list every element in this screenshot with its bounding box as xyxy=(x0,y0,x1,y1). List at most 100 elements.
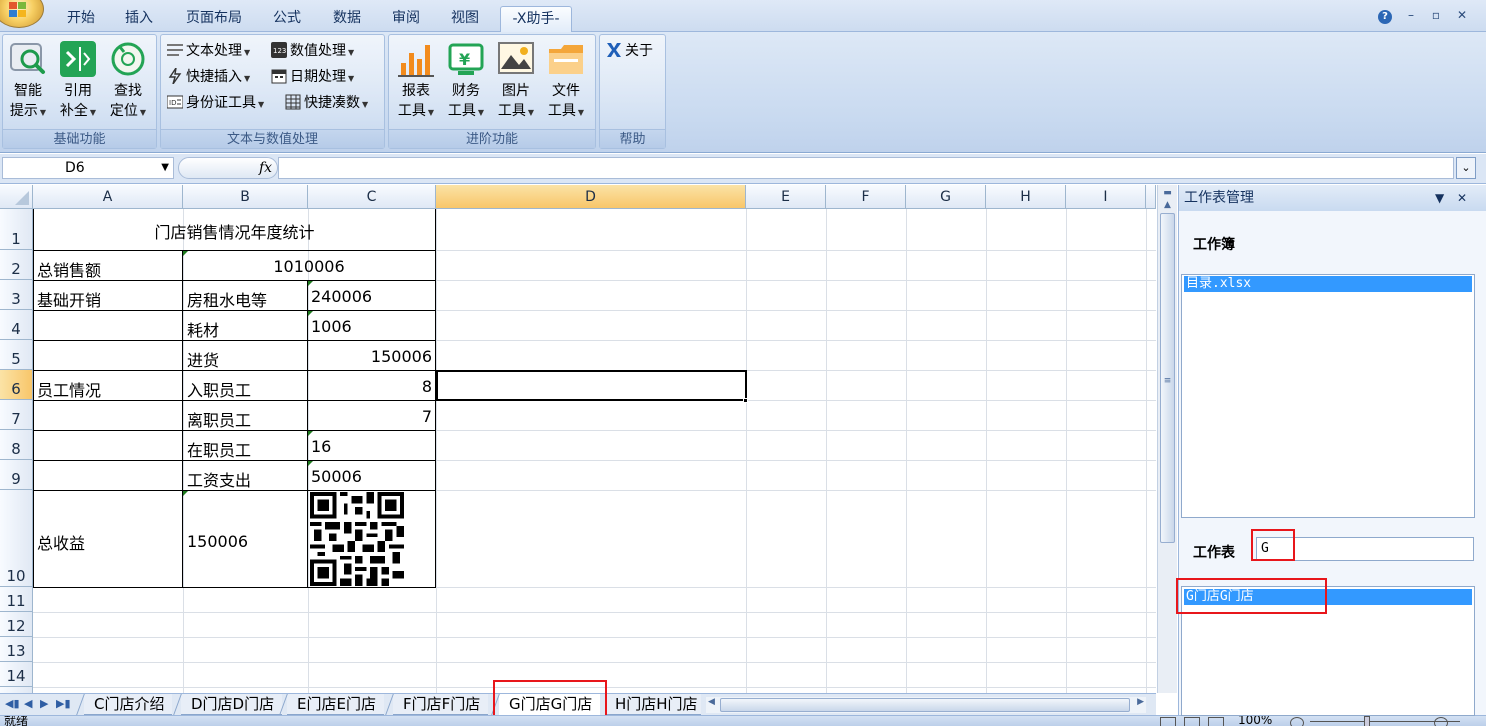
column-header-b[interactable]: B xyxy=(183,185,308,209)
cell-a2[interactable]: 总销售额 xyxy=(37,257,101,281)
spreadsheet-grid[interactable]: A B C D E F G H I 1 2 3 4 5 6 7 8 9 10 1… xyxy=(0,185,1156,693)
tab-insert[interactable]: 插入 xyxy=(114,6,164,32)
column-header-f[interactable]: F xyxy=(826,185,906,209)
zoom-out-icon[interactable] xyxy=(1290,717,1304,726)
id-card-tool-button[interactable]: ID 身份证工具 ▼ xyxy=(166,91,264,115)
cell-b4[interactable]: 耗材 xyxy=(187,317,219,341)
cell-a3[interactable]: 基础开销 xyxy=(37,287,101,311)
column-header-d[interactable]: D xyxy=(436,185,746,209)
row-header-9[interactable]: 9 xyxy=(0,460,33,490)
pane-close-icon[interactable]: ✕ xyxy=(1457,185,1467,211)
first-sheet-icon[interactable]: ◀▮ xyxy=(5,697,20,710)
selected-cell-d6[interactable] xyxy=(436,370,747,401)
fx-icon[interactable]: fx xyxy=(259,158,272,178)
name-box[interactable]: D6 ▼ xyxy=(2,157,174,179)
select-all-corner[interactable] xyxy=(0,185,33,209)
quick-sum-button[interactable]: 快捷凑数 ▼ xyxy=(285,91,368,115)
tab-formulas[interactable]: 公式 xyxy=(262,6,312,32)
cell-c5[interactable]: 150006 xyxy=(308,347,432,366)
cell-b10[interactable]: 150006 xyxy=(187,532,248,551)
text-process-button[interactable]: 文本处理 ▼ xyxy=(167,39,250,63)
cell-a10[interactable]: 总收益 xyxy=(37,530,85,554)
cell-c9[interactable]: 50006 xyxy=(311,467,362,486)
row-header-1[interactable]: 1 xyxy=(0,209,33,250)
formula-input[interactable] xyxy=(278,157,1454,179)
row-header-11[interactable]: 11 xyxy=(0,587,33,612)
zoom-slider-thumb[interactable] xyxy=(1364,716,1370,726)
sheet-tab-d[interactable]: D门店D门店 xyxy=(181,694,283,715)
fill-handle[interactable] xyxy=(743,398,748,403)
workbook-list[interactable]: 目录.xlsx xyxy=(1181,274,1475,518)
cell-b9[interactable]: 工资支出 xyxy=(187,467,251,491)
column-header-c[interactable]: C xyxy=(308,185,436,209)
cell-b8[interactable]: 在职员工 xyxy=(187,437,251,461)
quick-insert-button[interactable]: 快捷插入 ▼ xyxy=(167,65,250,89)
sheet-tab-f[interactable]: F门店F门店 xyxy=(393,694,489,715)
row-header-8[interactable]: 8 xyxy=(0,430,33,460)
vertical-scrollbar[interactable]: ▬ ▲ ≡ xyxy=(1157,185,1177,693)
row-header-13[interactable]: 13 xyxy=(0,637,33,662)
scroll-left-icon[interactable]: ◀ xyxy=(708,697,715,707)
scroll-up-icon[interactable]: ▲ xyxy=(1160,197,1175,213)
cell-c3[interactable]: 240006 xyxy=(311,287,372,306)
sheet-tab-c[interactable]: C门店介绍 xyxy=(84,694,173,715)
page-break-view-icon[interactable] xyxy=(1208,717,1224,726)
close-button[interactable]: ✕ xyxy=(1454,8,1470,22)
cell-c8[interactable]: 16 xyxy=(311,437,331,456)
cell-b5[interactable]: 进货 xyxy=(187,347,219,371)
column-header-e[interactable]: E xyxy=(746,185,826,209)
finance-tool-button[interactable]: ¥ 财务 工具 ▼ xyxy=(443,39,489,125)
number-process-button[interactable]: 123 数值处理 ▼ xyxy=(271,39,354,63)
cell-b7[interactable]: 离职员工 xyxy=(187,407,251,431)
zoom-in-icon[interactable] xyxy=(1434,717,1448,726)
column-header-i[interactable]: I xyxy=(1066,185,1146,209)
row-header-12[interactable]: 12 xyxy=(0,612,33,637)
scroll-right-icon[interactable]: ▶ xyxy=(1137,697,1144,707)
tab-data[interactable]: 数据 xyxy=(322,6,372,32)
date-process-button[interactable]: 日期处理 ▼ xyxy=(271,65,354,89)
tab-view[interactable]: 视图 xyxy=(440,6,490,32)
row-header-4[interactable]: 4 xyxy=(0,310,33,340)
cell-b6[interactable]: 入职员工 xyxy=(187,377,251,401)
qr-code-image[interactable] xyxy=(310,492,404,586)
file-tool-button[interactable]: 文件 工具 ▼ xyxy=(543,39,589,125)
restore-button[interactable]: ▫ xyxy=(1428,8,1444,22)
expand-formula-icon[interactable]: ⌄ xyxy=(1456,157,1476,179)
cell-b2[interactable]: 1010006 xyxy=(183,257,435,276)
row-header-14[interactable]: 14 xyxy=(0,662,33,687)
tab-review[interactable]: 审阅 xyxy=(381,6,431,32)
row-header-5[interactable]: 5 xyxy=(0,340,33,370)
row-header-10[interactable]: 10 xyxy=(0,490,33,587)
tab-page-layout[interactable]: 页面布局 xyxy=(174,6,254,32)
about-button[interactable]: 关于 xyxy=(606,39,653,63)
office-button[interactable] xyxy=(0,0,44,28)
horizontal-scrollbar[interactable]: ◀ ▶ xyxy=(706,697,1146,713)
row-header-2[interactable]: 2 xyxy=(0,250,33,280)
cell-b3[interactable]: 房租水电等 xyxy=(187,287,267,311)
pane-menu-chevron-icon[interactable]: ▼ xyxy=(1435,185,1444,211)
prev-sheet-icon[interactable]: ◀ xyxy=(24,697,32,710)
chevron-down-icon[interactable]: ▼ xyxy=(161,158,169,178)
column-header-h[interactable]: H xyxy=(986,185,1066,209)
tab-x-helper[interactable]: -X助手- xyxy=(500,6,572,32)
row-header-3[interactable]: 3 xyxy=(0,280,33,310)
reference-complete-button[interactable]: 引用 补全 ▼ xyxy=(55,39,101,125)
cell-c4[interactable]: 1006 xyxy=(311,317,352,336)
find-locate-button[interactable]: 查找 定位 ▼ xyxy=(105,39,151,125)
tab-home[interactable]: 开始 xyxy=(56,6,106,32)
next-sheet-icon[interactable]: ▶ xyxy=(40,697,48,710)
smart-hint-button[interactable]: 智能 提示 ▼ xyxy=(5,39,51,125)
report-tool-button[interactable]: 报表 工具 ▼ xyxy=(393,39,439,125)
page-layout-view-icon[interactable] xyxy=(1184,717,1200,726)
column-header-a[interactable]: A xyxy=(33,185,183,209)
horizontal-scroll-thumb[interactable] xyxy=(720,698,1130,712)
cell-a1-title[interactable]: 门店销售情况年度统计 xyxy=(34,219,435,243)
column-header-g[interactable]: G xyxy=(906,185,986,209)
row-header-7[interactable]: 7 xyxy=(0,400,33,430)
last-sheet-icon[interactable]: ▶▮ xyxy=(56,697,71,710)
zoom-level[interactable]: 100% xyxy=(1238,716,1272,726)
picture-tool-button[interactable]: 图片 工具 ▼ xyxy=(493,39,539,125)
row-header-6[interactable]: 6 xyxy=(0,370,33,400)
sheet-tab-e[interactable]: E门店E门店 xyxy=(287,694,384,715)
help-icon[interactable]: ? xyxy=(1377,8,1393,24)
